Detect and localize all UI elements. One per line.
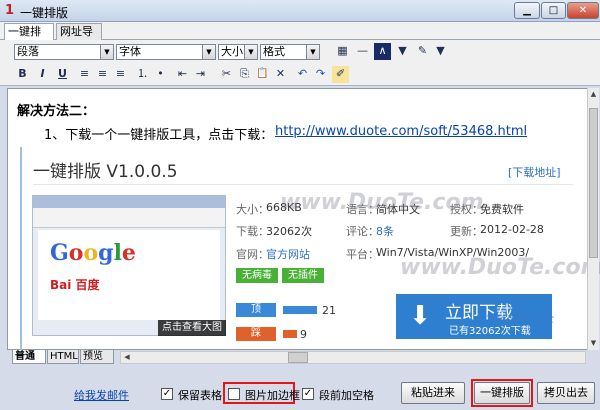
tab-url-navigation[interactable]: 网址导航	[56, 23, 102, 53]
delete-icon[interactable]: ✕	[272, 66, 289, 83]
align-center-icon[interactable]: ≡	[94, 66, 111, 83]
download-arrow-icon: ⬇	[409, 301, 431, 331]
thumbs-up-button[interactable]: 顶	[236, 303, 276, 317]
download-url-link[interactable]: http://www.duote.com/soft/53468.html	[275, 124, 527, 139]
no-plugin-badge: 无插件	[282, 268, 324, 283]
watermark-logo: 2345软件大全	[486, 314, 554, 325]
scroll-down-icon[interactable]: ▼	[588, 338, 599, 349]
outdent-icon[interactable]: ⇤	[174, 66, 191, 83]
google-logo: Google	[50, 240, 136, 266]
keep-table-label: 保留表格	[178, 389, 222, 402]
window-title: 一键排版	[20, 6, 69, 20]
font-select-value: 字体	[119, 45, 141, 58]
software-title: 一键排版 V1.0.0.5	[33, 162, 178, 182]
paste-icon[interactable]: 📋	[254, 66, 271, 83]
paste-in-button[interactable]: 粘贴进来	[401, 382, 465, 404]
up-vote-bar	[283, 306, 317, 314]
copy-icon[interactable]: ⎘	[236, 66, 253, 83]
edit-icon[interactable]: ✐	[332, 66, 349, 83]
redo-icon[interactable]: ↷	[312, 66, 329, 83]
title-bar	[0, 0, 600, 22]
keep-table-checkbox[interactable]: ✓	[161, 388, 173, 400]
indent-icon[interactable]: ⇥	[192, 66, 209, 83]
align-left-icon[interactable]: ≡	[76, 66, 93, 83]
comments-value[interactable]: 8条	[376, 223, 394, 239]
update-label: 更新：	[450, 225, 483, 238]
tab-html[interactable]: HTML	[47, 350, 79, 364]
italic-icon[interactable]: I	[34, 66, 51, 83]
up-vote-count: 21	[322, 304, 336, 317]
horizontal-scrollbar[interactable]	[120, 351, 586, 364]
chevron-down-icon[interactable]: ▼	[432, 43, 449, 60]
chevron-down-icon: ▼	[306, 45, 319, 59]
downloads-label: 下载：	[236, 225, 269, 238]
highlight-icon[interactable]: ✎	[414, 43, 431, 60]
chevron-down-icon: ▼	[202, 45, 215, 59]
size-select[interactable]: 大小 ▼	[218, 44, 258, 60]
step-text: 1、下载一个一键排版工具，点击下载：	[44, 128, 274, 143]
cut-icon[interactable]: ✂	[218, 66, 235, 83]
horizontal-scroll-thumb[interactable]	[288, 352, 308, 363]
unordered-list-icon[interactable]: •	[152, 66, 169, 83]
maximize-button[interactable]: □	[541, 2, 566, 19]
undo-icon[interactable]: ↶	[294, 66, 311, 83]
comments-label: 评论：	[346, 225, 379, 238]
one-click-layout-button[interactable]: 一键排版	[474, 382, 530, 404]
view-large-image-caption[interactable]: 点击查看大图	[158, 320, 226, 336]
down-vote-count: 9	[300, 328, 307, 341]
close-button[interactable]: ✕	[567, 2, 599, 19]
downloads-value: 32062次	[266, 225, 312, 238]
tab-one-key-layout[interactable]: 一键排版	[4, 23, 54, 53]
watermark: www.DuoTe.com	[400, 255, 600, 280]
site-label: 官网：	[236, 248, 269, 261]
app-icon: 1	[5, 3, 15, 18]
underline-icon[interactable]: U	[54, 66, 71, 83]
tab-normal[interactable]: 普通	[12, 350, 46, 364]
content-heading: 解决方法二：	[17, 104, 96, 119]
chevron-down-icon[interactable]: ▼	[394, 43, 411, 60]
license-value: 免费软件	[480, 203, 524, 216]
chevron-down-icon: ▼	[244, 45, 257, 59]
image-border-label: 图片加边框	[245, 389, 300, 402]
image-border-checkbox[interactable]	[228, 388, 240, 400]
baidu-logo: Bai 百度	[50, 278, 100, 292]
screenshot-titlebar	[33, 196, 225, 208]
paragraph-select-value: 段落	[17, 45, 39, 58]
minimize-button[interactable]: ▁	[514, 2, 540, 19]
tab-preview[interactable]: 预览	[80, 350, 114, 364]
align-right-icon[interactable]: ≡	[112, 66, 129, 83]
update-value: 2012-02-28	[480, 223, 544, 236]
table-icon[interactable]: ▦	[334, 43, 351, 60]
paragraph-indent-checkbox[interactable]: ✓	[302, 388, 314, 400]
no-virus-badge: 无病毒	[236, 268, 278, 283]
email-feedback-link[interactable]: 给我发邮件	[74, 387, 129, 403]
paragraph-select[interactable]: 段落 ▼	[14, 44, 114, 60]
format-select[interactable]: 格式 ▼	[260, 44, 320, 60]
size-select-value: 大小	[221, 45, 243, 58]
bold-icon[interactable]: B	[14, 66, 31, 83]
font-select[interactable]: 字体 ▼	[116, 44, 216, 60]
scroll-left-icon[interactable]: ◀	[122, 352, 132, 363]
watermark: www.DuoTe.com	[280, 190, 484, 215]
card-divider	[33, 184, 573, 185]
format-select-value: 格式	[263, 45, 285, 58]
official-site-link[interactable]: 官方网站	[266, 246, 310, 262]
download-address-link[interactable]: [下载地址]	[508, 164, 561, 180]
down-vote-bar	[283, 330, 297, 338]
screenshot-toolbar	[33, 208, 225, 228]
platform-label: 平台：	[346, 248, 379, 261]
copy-out-button[interactable]: 拷贝出去	[537, 382, 595, 404]
vertical-scroll-thumb[interactable]	[589, 108, 598, 258]
scroll-up-icon[interactable]: ▲	[588, 89, 599, 100]
paragraph-indent-label: 段前加空格	[319, 389, 374, 402]
text-color-icon[interactable]: ∧	[374, 43, 391, 60]
chevron-down-icon: ▼	[100, 45, 113, 59]
ordered-list-icon[interactable]: ⒈	[134, 66, 151, 83]
size-label: 大小：	[236, 203, 269, 216]
thumbs-down-button[interactable]: 踩	[236, 327, 276, 341]
horizontal-rule-icon[interactable]: —	[354, 43, 371, 60]
